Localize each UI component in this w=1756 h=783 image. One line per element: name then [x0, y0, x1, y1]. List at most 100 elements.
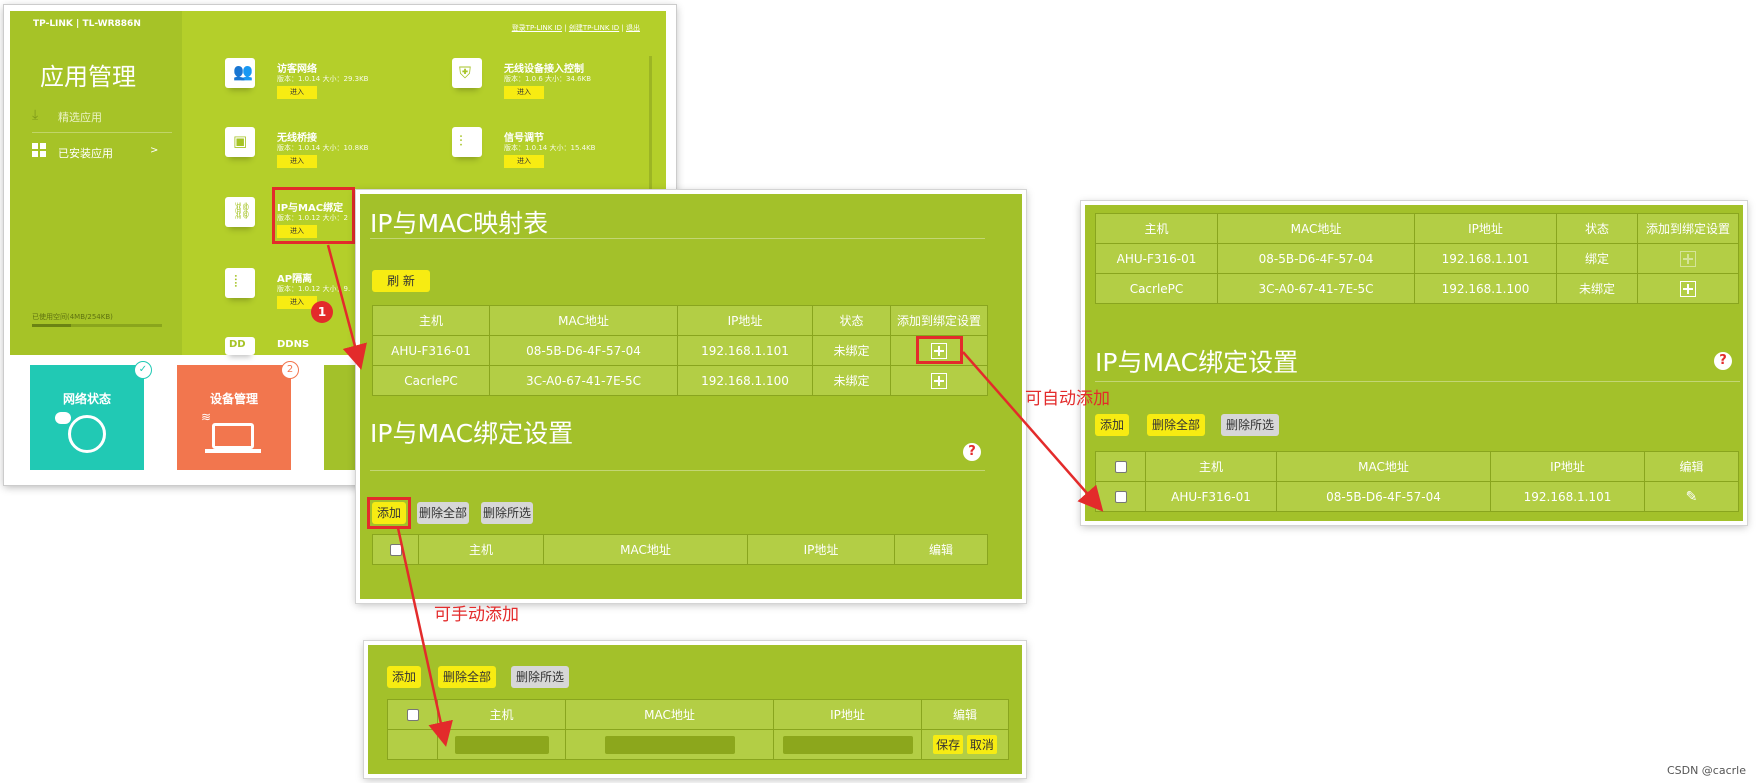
storage-label: 已使用空间(4MB/254KB): [32, 313, 113, 321]
column-header: IP地址: [1490, 451, 1645, 482]
brand-logo: TP-LINK | TL-WR886N: [33, 19, 141, 29]
manual-add-annotation: 可手动添加: [434, 605, 519, 625]
sidebar-item-featured-apps[interactable]: ⤓ 精选应用: [32, 105, 172, 129]
binding-title: IP与MAC绑定设置: [1095, 348, 1299, 377]
highlight-add-plus: [916, 336, 963, 364]
app-name: AP隔离: [277, 274, 313, 285]
register-link[interactable]: 创建TP-LINK ID: [569, 24, 619, 32]
app-version: 版本：1.0.6 大小：34.6KB: [504, 75, 592, 83]
host-input[interactable]: [454, 735, 549, 754]
chevron-right-icon: >: [150, 145, 159, 156]
column-header: 主机: [1095, 213, 1218, 244]
add-to-binding-icon[interactable]: [931, 372, 947, 389]
cell-edit: ✎: [1644, 481, 1739, 512]
app-version: 版本：1.0.14 大小：15.4KB: [504, 144, 596, 152]
select-all-checkbox[interactable]: [1114, 461, 1127, 473]
mapping-table: 主机 MAC地址 IP地址 状态 添加到绑定设置 AHU-F316-01 08-…: [372, 305, 988, 396]
column-header: 编辑: [921, 699, 1009, 730]
table-header: 主机 MAC地址 IP地址 状态 添加到绑定设置: [1095, 213, 1739, 244]
manual-add-panel: 添加 删除全部 删除所选 主机 MAC地址 IP地址 编辑 保存 取消: [364, 641, 1026, 778]
login-link[interactable]: 登录TP-LINK ID: [512, 24, 562, 32]
auto-add-result-panel: 主机 MAC地址 IP地址 状态 添加到绑定设置 AHU-F316-01 08-…: [1081, 201, 1747, 525]
cell-host: CacrlePC: [372, 365, 490, 396]
ddns-icon: DD: [225, 337, 255, 355]
cell-host: AHU-F316-01: [372, 335, 490, 366]
row-select-cell: [1095, 481, 1146, 512]
app-version: 版本：1.0.12 大小：9.: [277, 285, 351, 293]
cell-status: 未绑定: [1556, 273, 1638, 304]
enter-button[interactable]: 进入: [277, 155, 317, 168]
binding-title: IP与MAC绑定设置: [370, 419, 574, 448]
column-header: MAC地址: [1276, 451, 1491, 482]
laptop-icon: [212, 423, 254, 449]
sidebar-item-label: 已安装应用: [58, 147, 113, 160]
chat-bubble-icon: [55, 412, 71, 424]
logout-link[interactable]: 退出: [626, 24, 640, 32]
grid-icon: [32, 143, 46, 157]
add-button[interactable]: 添加: [1095, 414, 1129, 436]
delete-selected-button[interactable]: 删除所选: [481, 502, 533, 524]
column-header: 状态: [812, 305, 891, 336]
table-row: 保存 取消: [387, 729, 1009, 760]
select-all-checkbox[interactable]: [389, 544, 402, 556]
tile-label: 设备管理: [209, 392, 258, 406]
column-header: IP地址: [1414, 213, 1557, 244]
brand-name: TP-LINK: [33, 19, 73, 29]
enter-button[interactable]: 进入: [504, 155, 544, 168]
table-row: AHU-F316-01 08-5B-D6-4F-57-04 192.168.1.…: [1095, 243, 1739, 274]
delete-selected-button[interactable]: 删除所选: [511, 666, 569, 688]
add-to-binding-icon[interactable]: [1680, 280, 1696, 297]
auto-add-annotation: 可自动添加: [1025, 389, 1110, 409]
table-header: 主机 MAC地址 IP地址 状态 添加到绑定设置: [372, 305, 988, 336]
app-name: 访客网络: [277, 64, 317, 75]
row-checkbox[interactable]: [1114, 491, 1127, 503]
mac-input[interactable]: [604, 735, 735, 754]
link-icon: ⛓: [225, 197, 255, 227]
column-header: 添加到绑定设置: [1637, 213, 1739, 244]
binding-table: 主机 MAC地址 IP地址 编辑 AHU-F316-01 08-5B-D6-4F…: [1095, 451, 1739, 512]
column-header: 编辑: [1644, 451, 1739, 482]
refresh-button[interactable]: 刷 新: [372, 270, 430, 292]
mapping-table: 主机 MAC地址 IP地址 状态 添加到绑定设置 AHU-F316-01 08-…: [1095, 213, 1739, 304]
sidebar-item-installed-apps[interactable]: 已安装应用 >: [32, 141, 172, 165]
app-name: 信号调节: [504, 133, 544, 144]
sidebar-item-label: 精选应用: [58, 111, 102, 124]
delete-all-button[interactable]: 删除全部: [1147, 414, 1205, 436]
select-all-checkbox[interactable]: [406, 709, 419, 721]
tile-label: 网络状态: [62, 392, 111, 406]
delete-all-button[interactable]: 删除全部: [417, 502, 469, 524]
help-icon[interactable]: ?: [963, 443, 981, 461]
shield-wifi-icon: ⛨: [452, 58, 482, 88]
column-header: IP地址: [747, 534, 895, 565]
delete-selected-button[interactable]: 删除所选: [1221, 414, 1279, 436]
column-header: 主机: [1145, 451, 1277, 482]
mapping-panel: IP与MAC映射表 刷 新 主机 MAC地址 IP地址 状态 添加到绑定设置 A…: [356, 190, 1026, 603]
cell-status: 绑定: [1556, 243, 1638, 274]
table-row: AHU-F316-01 08-5B-D6-4F-57-04 192.168.1.…: [372, 335, 988, 366]
bridge-icon: ▣: [225, 127, 255, 157]
enter-button[interactable]: 进入: [504, 86, 544, 99]
add-button[interactable]: 添加: [387, 666, 421, 688]
table-header: 主机 MAC地址 IP地址 编辑: [372, 534, 988, 565]
help-icon[interactable]: ?: [1714, 352, 1732, 370]
save-button[interactable]: 保存: [933, 735, 964, 754]
add-to-binding-icon: [1680, 250, 1696, 267]
column-header: 主机: [372, 305, 490, 336]
table-header: 主机 MAC地址 IP地址 编辑: [387, 699, 1009, 730]
model-name: TL-WR886N: [82, 19, 141, 29]
column-header: IP地址: [773, 699, 922, 730]
edit-icon[interactable]: ✎: [1686, 489, 1698, 505]
cancel-button[interactable]: 取消: [966, 735, 997, 754]
sliders-icon: ⫶: [452, 127, 482, 157]
delete-all-button[interactable]: 删除全部: [438, 666, 496, 688]
table-row: AHU-F316-01 08-5B-D6-4F-57-04 192.168.1.…: [1095, 481, 1739, 512]
mapping-title: IP与MAC映射表: [370, 209, 549, 238]
enter-button[interactable]: 进入: [277, 86, 317, 99]
cell-ip: 192.168.1.100: [1414, 273, 1557, 304]
binding-table: 主机 MAC地址 IP地址 编辑: [372, 534, 988, 565]
cell-ip: 192.168.1.101: [1414, 243, 1557, 274]
tile-device-management[interactable]: 设备管理 ≋ 2: [177, 361, 299, 470]
tile-network-status[interactable]: 网络状态 ✓: [30, 361, 152, 470]
ip-input[interactable]: [782, 735, 913, 754]
column-header: IP地址: [677, 305, 813, 336]
